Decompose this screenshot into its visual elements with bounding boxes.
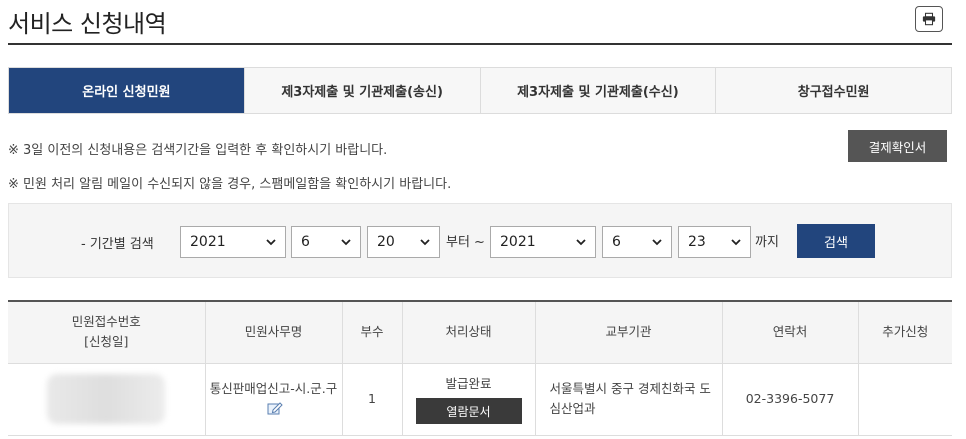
chevron-down-icon xyxy=(731,239,741,246)
chevron-down-icon xyxy=(266,239,276,246)
from-day-select[interactable]: 20 xyxy=(367,226,440,258)
header-copies: 부수 xyxy=(341,300,403,364)
to-suffix-label: 까지 xyxy=(755,235,779,250)
chevron-down-icon xyxy=(652,239,662,246)
cell-contact: 02-3396-5077 xyxy=(721,362,859,436)
cell-receipt-no xyxy=(8,362,206,436)
search-period-label: - 기간별 검색 xyxy=(81,237,154,252)
cell-agency: 서울특별시 중구 경제친화국 도심산업과 xyxy=(534,362,723,436)
header-receipt-no: 민원접수번호 [신청일] xyxy=(8,300,206,364)
to-year-select[interactable]: 2021 xyxy=(490,226,596,258)
chevron-down-icon xyxy=(576,239,586,246)
from-month-select[interactable]: 6 xyxy=(291,226,361,258)
header-additional: 추가신청 xyxy=(857,300,952,364)
header-contact: 연락처 xyxy=(721,300,859,364)
header-agency: 교부기관 xyxy=(534,300,723,364)
tab-third-party-received[interactable]: 제3자제출 및 기관제출(수신) xyxy=(480,68,717,113)
tab-online-applications[interactable]: 온라인 신청민원 xyxy=(9,68,245,113)
printer-icon xyxy=(922,12,936,26)
table-row: 통신판매업신고-시.군.구 1 발급완료 열람문서 서울특별시 중구 경제친화국… xyxy=(8,362,952,436)
print-button[interactable] xyxy=(915,6,943,32)
service-name-link[interactable]: 통신판매업신고-시.군.구 xyxy=(210,381,337,396)
search-panel: - 기간별 검색 2021 6 20 부터 ~ 2021 6 23 까지 검색 xyxy=(8,203,952,278)
status-text: 발급완료 xyxy=(445,376,492,391)
search-button[interactable]: 검색 xyxy=(797,224,875,258)
chevron-down-icon xyxy=(420,239,430,246)
applications-table: 민원접수번호 [신청일] 민원사무명 부수 처리상태 교부기관 연락처 추가신청… xyxy=(8,300,952,436)
redacted-receipt-no xyxy=(47,374,166,424)
cell-status: 발급완료 열람문서 xyxy=(401,362,536,436)
notice-spam-mail: ※ 민원 처리 알림 메일이 수신되지 않을 경우, 스팸메일함을 확인하시기 … xyxy=(8,177,452,192)
tab-bar: 온라인 신청민원 제3자제출 및 기관제출(송신) 제3자제출 및 기관제출(수… xyxy=(8,67,952,114)
cell-service-name[interactable]: 통신판매업신고-시.군.구 xyxy=(204,362,343,436)
table-header-row: 민원접수번호 [신청일] 민원사무명 부수 처리상태 교부기관 연락처 추가신청 xyxy=(8,300,952,364)
to-month-select[interactable]: 6 xyxy=(602,226,672,258)
cell-copies: 1 xyxy=(341,362,403,436)
title-divider xyxy=(8,43,952,45)
to-day-select[interactable]: 23 xyxy=(678,226,751,258)
header-service-name: 민원사무명 xyxy=(204,300,343,364)
tab-counter-applications[interactable]: 창구접수민원 xyxy=(716,68,951,113)
chevron-down-icon xyxy=(341,239,351,246)
notice-search-period: ※ 3일 이전의 신청내용은 검색기간을 입력한 후 확인하시기 바랍니다. xyxy=(8,143,388,158)
header-status: 처리상태 xyxy=(401,300,536,364)
edit-icon[interactable] xyxy=(267,401,283,415)
payment-confirmation-button[interactable]: 결제확인서 xyxy=(848,130,947,162)
view-document-button[interactable]: 열람문서 xyxy=(415,398,522,424)
from-suffix-label: 부터 ~ xyxy=(446,235,485,250)
from-year-select[interactable]: 2021 xyxy=(180,226,286,258)
page-title: 서비스 신청내역 xyxy=(8,10,167,38)
cell-additional xyxy=(857,362,952,436)
tab-third-party-sent[interactable]: 제3자제출 및 기관제출(송신) xyxy=(244,68,481,113)
